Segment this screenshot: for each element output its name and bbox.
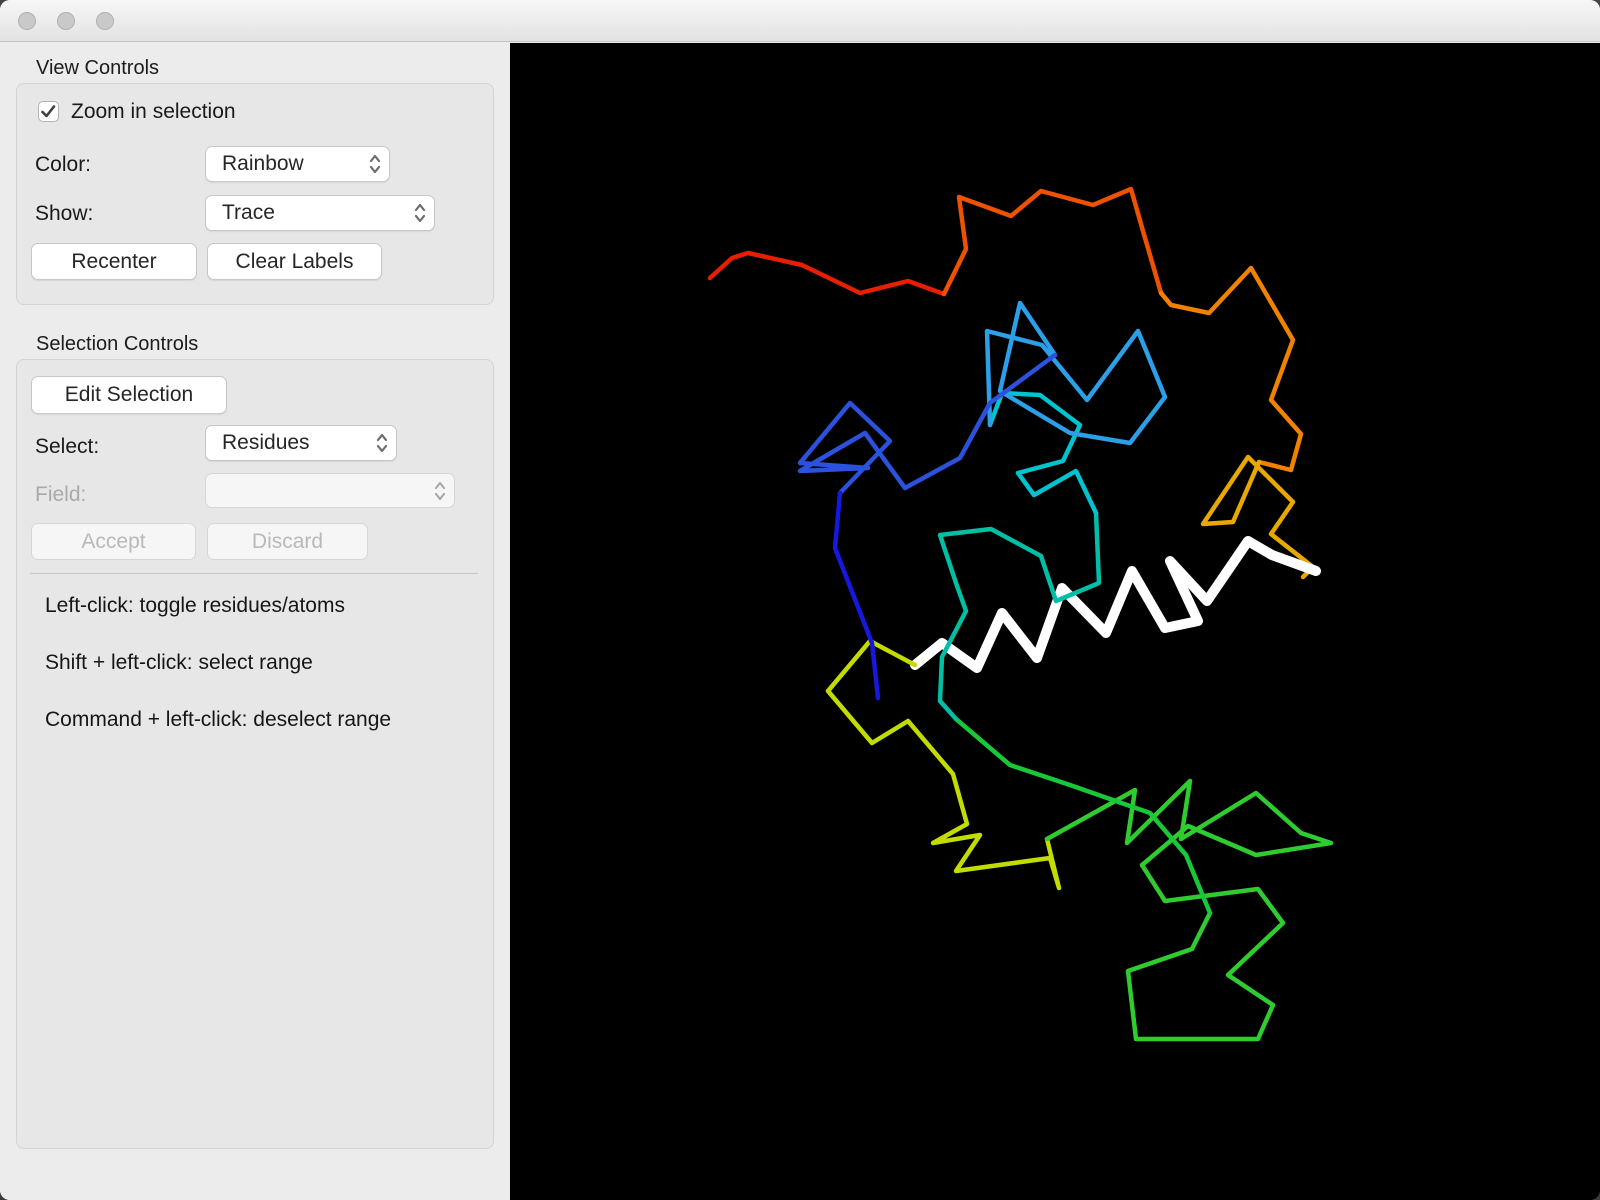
chevron-up-down-icon xyxy=(414,203,426,223)
field-label: Field: xyxy=(35,483,87,506)
trace-segment-green-2 xyxy=(953,716,1213,916)
protein-trace-svg xyxy=(510,43,1600,1200)
chevron-up-down-icon xyxy=(376,433,388,453)
trace-segment-orange xyxy=(1158,265,1304,473)
color-dropdown[interactable]: Rainbow xyxy=(205,146,390,182)
discard-button: Discard xyxy=(207,523,368,560)
zoom-in-selection-label: Zoom in selection xyxy=(71,100,236,123)
accept-button: Accept xyxy=(31,523,196,560)
molecule-viewport[interactable] xyxy=(510,43,1600,1200)
trace-segment-green-1 xyxy=(1044,778,1334,1042)
close-button-icon[interactable] xyxy=(18,11,36,30)
instruction-left-click: Left-click: toggle residues/atoms xyxy=(45,594,345,617)
select-label: Select: xyxy=(35,435,100,458)
color-label: Color: xyxy=(35,153,92,176)
divider xyxy=(30,573,478,574)
chevron-up-down-icon xyxy=(369,154,381,174)
field-dropdown xyxy=(205,473,455,508)
checkmark-icon xyxy=(41,105,56,118)
select-dropdown[interactable]: Residues xyxy=(205,425,397,461)
trace-segment-selection-white xyxy=(910,536,1321,673)
trace-segment-orange-red xyxy=(941,186,1164,297)
edit-selection-button[interactable]: Edit Selection xyxy=(31,376,227,414)
instruction-command-click: Command + left-click: deselect range xyxy=(45,708,392,731)
selection-controls-title: Selection Controls xyxy=(36,333,199,355)
trace-segment-cyan xyxy=(987,390,1099,516)
titlebar xyxy=(0,0,1600,42)
trace-segment-yellow-green xyxy=(825,638,1062,891)
show-dropdown[interactable]: Trace xyxy=(205,195,435,231)
instruction-shift-click: Shift + left-click: select range xyxy=(45,651,313,674)
app-window: View Controls Zoom in selection Color: R… xyxy=(0,0,1600,1200)
select-dropdown-value: Residues xyxy=(222,431,310,454)
zoom-button-icon[interactable] xyxy=(96,11,114,30)
show-label: Show: xyxy=(35,202,94,225)
trace-segment-dark-blue xyxy=(832,490,881,701)
control-sidebar: View Controls Zoom in selection Color: R… xyxy=(0,43,510,1200)
recenter-button[interactable]: Recenter xyxy=(31,243,197,280)
zoom-in-selection-checkbox[interactable] xyxy=(38,101,59,122)
trace-segment-teal xyxy=(937,510,1102,722)
chevron-up-down-icon xyxy=(434,481,446,500)
view-controls-title: View Controls xyxy=(36,57,160,79)
minimize-button-icon[interactable] xyxy=(57,11,75,30)
clear-labels-button[interactable]: Clear Labels xyxy=(207,243,382,280)
show-dropdown-value: Trace xyxy=(222,201,275,224)
trace-segment-red xyxy=(707,250,947,297)
color-dropdown-value: Rainbow xyxy=(222,152,304,175)
